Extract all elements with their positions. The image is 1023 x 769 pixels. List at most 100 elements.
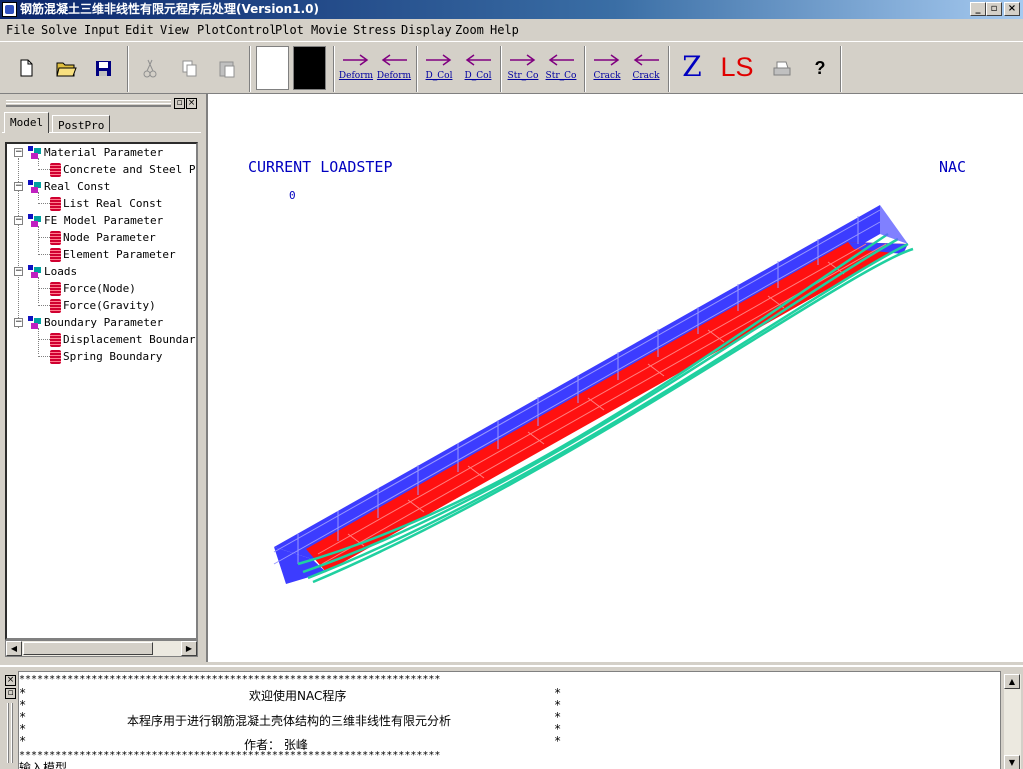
collapse-toggle[interactable]: − [14,267,23,276]
scroll-down-button[interactable]: ▼ [1004,755,1020,769]
loadstep-button[interactable]: LS [714,46,760,92]
tab-model[interactable]: Model [4,112,50,133]
console-input-line: 输入模型 [19,761,68,769]
tree-label: Real Const [44,180,111,193]
strco-next-button[interactable]: Str_Co [505,48,541,90]
scroll-up-button[interactable]: ▲ [1004,674,1020,689]
z-axis-button[interactable]: Z [672,46,712,92]
background-white-swatch[interactable] [256,46,289,90]
leaf-node-icon [50,333,61,347]
toolbar-separator [840,46,842,92]
graphics-viewport[interactable]: CURRENT LOADSTEP NAC 0 [206,94,1023,662]
toolbar-separator [127,46,129,92]
scroll-thumb[interactable] [23,642,153,655]
toolbar-separator [584,46,586,92]
folder-node-icon [28,180,41,193]
toolbar-separator [500,46,502,92]
collapse-toggle[interactable]: − [14,216,23,225]
help-button[interactable]: ? [803,48,837,88]
new-file-button[interactable] [9,48,43,88]
tree-label: Loads [44,265,78,278]
restore-button[interactable]: ▫ [986,2,1002,16]
leaf-node-icon [50,299,61,313]
minimize-button[interactable]: _ [970,2,986,16]
open-file-button[interactable] [48,48,82,88]
arrow-right-icon [343,54,369,66]
title-bar: 钢筋混凝土三维非线性有限元程序后处理(Version1.0) _ ▫ × [0,0,1023,19]
menu-solve[interactable]: Solve [41,19,77,41]
menu-file[interactable]: File [6,19,35,41]
print-button[interactable] [764,48,798,88]
folder-node-icon [28,316,41,329]
toolbar-separator [416,46,418,92]
menu-movie[interactable]: Movie [311,19,347,41]
tree-label: Displacement Boundary [63,333,198,346]
collapse-toggle[interactable]: − [14,182,23,191]
panel-close-button[interactable]: × [186,98,197,109]
menu-input[interactable]: Input [84,19,120,41]
dcol-prev-button[interactable]: D_Col [460,48,496,90]
menu-plotcontrol[interactable]: PlotControl [197,19,276,41]
paste-button[interactable] [210,48,244,88]
menu-view[interactable]: View [160,19,189,41]
menu-bar: File Solve Input Edit View PlotControl P… [0,19,1023,41]
crack-next-label: Crack [593,71,621,81]
save-button[interactable] [86,48,120,88]
toolbar: Deform Deform D_Col D_Col Str_Co Str_Co … [0,41,1023,94]
scroll-left-button[interactable]: ◀ [6,641,22,656]
dcol-next-button[interactable]: D_Col [421,48,457,90]
tree-horizontal-scrollbar[interactable]: ◀ ▶ [5,640,198,657]
help-question-icon: ? [814,58,826,78]
close-button[interactable]: × [1004,2,1020,16]
arrow-right-icon [426,54,452,66]
panel-restore-button[interactable]: ▫ [174,98,185,109]
tree-label: Element Parameter [63,248,176,261]
collapse-toggle[interactable]: − [14,148,23,157]
console-restore-button[interactable]: ▫ [5,688,16,699]
tree-label: Force(Node) [63,282,136,295]
console-text-area[interactable]: ****************************************… [18,671,1001,769]
cut-button[interactable] [133,48,167,88]
menu-zoom[interactable]: Zoom [455,19,484,41]
strco-prev-label: Str_Co [545,71,577,81]
arrow-right-icon [594,54,620,66]
console-grip[interactable] [11,703,13,763]
console-welcome-line: 欢迎使用NAC程序 [249,689,347,703]
panel-grip[interactable] [6,100,171,107]
tab-postpro[interactable]: PostPro [52,115,111,133]
folder-node-icon [28,265,41,278]
menu-edit[interactable]: Edit [125,19,154,41]
menu-plot[interactable]: Plot [275,19,304,41]
console-grip[interactable] [7,703,9,763]
strco-prev-button[interactable]: Str_Co [543,48,579,90]
deform-prev-button[interactable]: Deform [376,48,412,90]
leaf-node-icon [50,282,61,296]
deform-next-button[interactable]: Deform [338,48,374,90]
printer-icon [773,61,791,76]
leaf-node-icon [50,197,61,211]
menu-display[interactable]: Display [401,19,452,41]
leaf-node-icon [50,163,61,177]
app-icon [2,2,17,17]
new-file-icon [20,59,33,77]
console-border-bottom: ****************************************… [19,750,441,761]
scroll-right-button[interactable]: ▶ [181,641,197,656]
tree-label: Concrete and Steel Pr [63,163,198,176]
crack-next-button[interactable]: Crack [589,48,625,90]
background-black-swatch[interactable] [293,46,326,90]
leaf-node-icon [50,248,61,262]
leaf-node-icon [50,350,61,364]
console-vertical-scrollbar[interactable]: ▲ ▼ [1004,674,1021,769]
dcol-next-label: D_Col [425,71,453,81]
tree-label: Boundary Parameter [44,316,164,329]
model-tree: − Material Parameter Concrete and Steel … [5,142,198,640]
menu-help[interactable]: Help [490,19,519,41]
crack-prev-label: Crack [632,71,660,81]
console-close-button[interactable]: × [5,675,16,686]
console-edge: * [554,734,562,748]
collapse-toggle[interactable]: − [14,318,23,327]
arrow-left-icon [465,54,491,66]
crack-prev-button[interactable]: Crack [628,48,664,90]
menu-stress[interactable]: Stress [353,19,396,41]
copy-button[interactable] [172,48,206,88]
